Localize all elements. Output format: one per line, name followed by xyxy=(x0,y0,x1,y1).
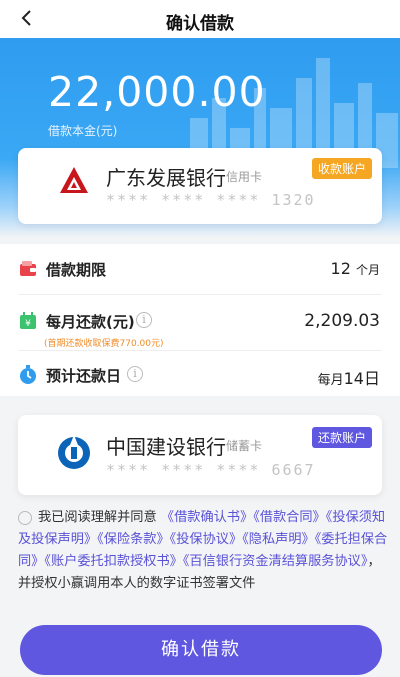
svg-text:¥: ¥ xyxy=(25,319,31,329)
receive-card-type: 信用卡 xyxy=(226,170,263,184)
repayment-date-row: 预计还款日 i 每月14日 xyxy=(0,352,400,398)
repay-account-card[interactable]: 中国建设银行 储蓄卡 **** **** **** 6667 还款账户 xyxy=(18,415,382,495)
receive-account-badge: 收款账户 xyxy=(311,158,372,179)
divider xyxy=(18,294,382,295)
cgb-bank-logo-icon xyxy=(60,167,88,193)
link-debit-authorization[interactable]: 《账户委托扣款授权书》 xyxy=(44,554,182,569)
page-title: 确认借款 xyxy=(166,14,234,34)
info-icon[interactable]: i xyxy=(127,366,143,382)
loan-term-number: 12 xyxy=(330,259,351,278)
loan-term-value: 12 个月 xyxy=(331,259,380,278)
loan-amount: 22,000.00 xyxy=(48,68,266,116)
agreement-prefix: 我已阅读理解并同意 xyxy=(38,510,157,525)
agreement-section: 我已阅读理解并同意 《借款确认书》《借款合同》《投保须知及投保声明》《保险条款》… xyxy=(18,507,388,595)
nav-bar: 确认借款 xyxy=(0,0,400,38)
repay-card-number: **** **** **** 6667 xyxy=(106,461,316,479)
receive-bank-name: 广东发展银行 xyxy=(106,166,226,190)
ccb-bank-logo-icon xyxy=(58,435,90,469)
wallet-icon xyxy=(20,261,36,276)
link-insurance-terms[interactable]: 《保险条款》 xyxy=(97,532,170,547)
agreement-checkbox[interactable] xyxy=(18,511,32,525)
monthly-repayment-value: 2,209.03 xyxy=(304,311,380,331)
link-settlement-agreement[interactable]: 《百信银行资金清结算服务协议》 xyxy=(183,554,368,569)
loan-term-label: 借款期限 xyxy=(46,261,107,279)
receive-account-card[interactable]: 广东发展银行 信用卡 **** **** **** 1320 收款账户 xyxy=(18,148,382,224)
money-calendar-icon: ¥ xyxy=(20,312,36,329)
repayment-date-label: 预计还款日 xyxy=(46,367,122,385)
clock-icon xyxy=(20,365,36,384)
monthly-repayment-row: ¥ 每月还款(元) i 2,209.03 (首期还款收取保费770.00元) xyxy=(0,298,400,349)
link-insurance-agreement[interactable]: 《投保协议》 xyxy=(170,532,243,547)
repayment-date-day: 14日 xyxy=(343,369,380,388)
repay-account-badge: 还款账户 xyxy=(311,427,372,448)
divider xyxy=(18,350,382,351)
agreement-text: 我已阅读理解并同意 《借款确认书》《借款合同》《投保须知及投保声明》《保险条款》… xyxy=(18,507,388,595)
repay-bank-name: 中国建设银行 xyxy=(106,435,226,459)
monthly-repayment-note: (首期还款收取保费770.00元) xyxy=(44,339,164,349)
confirm-loan-button[interactable]: 确认借款 xyxy=(20,625,382,675)
repay-card-type: 储蓄卡 xyxy=(226,439,263,453)
loan-term-row: 借款期限 12 个月 xyxy=(0,246,400,292)
loan-term-unit: 个月 xyxy=(355,263,380,277)
receive-card-number: **** **** **** 1320 xyxy=(106,191,316,209)
link-loan-contract[interactable]: 《借款合同》 xyxy=(253,510,326,525)
link-loan-confirmation[interactable]: 《借款确认书》 xyxy=(161,510,253,525)
monthly-repayment-label: 每月还款(元) xyxy=(46,313,135,331)
repayment-date-prefix: 每月 xyxy=(317,373,344,388)
link-privacy[interactable]: 《隐私声明》 xyxy=(242,532,315,547)
loan-amount-label: 借款本金(元) xyxy=(48,124,118,138)
repayment-date-value: 每月14日 xyxy=(318,365,380,389)
info-icon[interactable]: i xyxy=(136,312,152,328)
